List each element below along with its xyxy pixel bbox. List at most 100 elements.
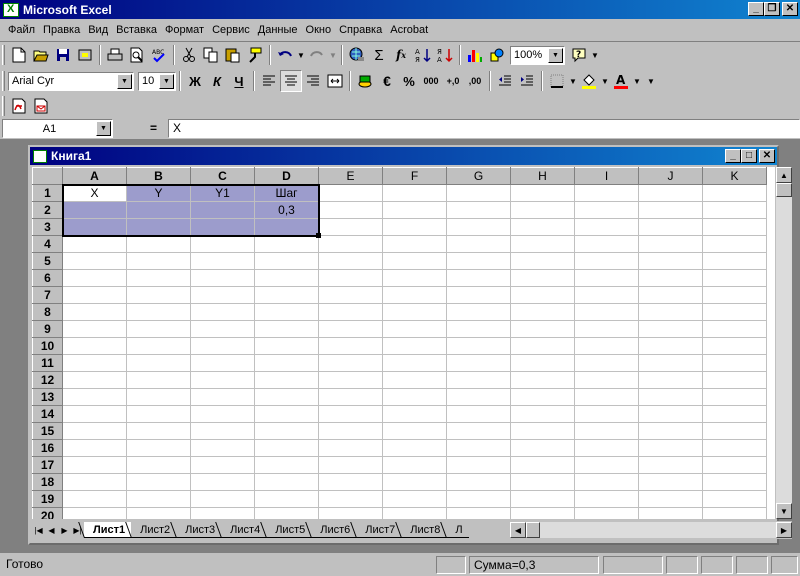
column-header[interactable]: A: [62, 167, 127, 185]
cell-i7[interactable]: [574, 286, 639, 304]
sort-descending-icon[interactable]: ЯA: [434, 44, 456, 66]
sheet-tab[interactable]: Лист7: [356, 522, 402, 538]
cell-a9[interactable]: [62, 320, 127, 338]
cell-h6[interactable]: [510, 269, 575, 287]
cell-g4[interactable]: [446, 235, 511, 253]
cell-j8[interactable]: [638, 303, 703, 321]
cell-h8[interactable]: [510, 303, 575, 321]
chart-wizard-icon[interactable]: [464, 44, 486, 66]
cell-e17[interactable]: [318, 456, 383, 474]
cell-a14[interactable]: [62, 405, 127, 423]
cell-e2[interactable]: [318, 201, 383, 219]
toolbar-grip[interactable]: [2, 71, 5, 91]
cell-a5[interactable]: [62, 252, 127, 270]
vertical-scrollbar[interactable]: ▲ ▼: [776, 167, 792, 519]
cell-j17[interactable]: [638, 456, 703, 474]
cell-g10[interactable]: [446, 337, 511, 355]
fill-color-icon[interactable]: [578, 70, 600, 92]
cell-c2[interactable]: [190, 201, 255, 219]
cell-j16[interactable]: [638, 439, 703, 457]
cell-g5[interactable]: [446, 252, 511, 270]
cell-b14[interactable]: [126, 405, 191, 423]
row-header[interactable]: 5: [32, 252, 63, 270]
column-header[interactable]: C: [190, 167, 255, 185]
cell-h7[interactable]: [510, 286, 575, 304]
font-size-value[interactable]: 10: [139, 75, 159, 87]
cell-k2[interactable]: [702, 201, 767, 219]
font-color-dropdown-icon[interactable]: ▼: [632, 77, 642, 86]
cell-i13[interactable]: [574, 388, 639, 406]
cell-i17[interactable]: [574, 456, 639, 474]
cell-b19[interactable]: [126, 490, 191, 508]
cell-a16[interactable]: [62, 439, 127, 457]
save-icon[interactable]: [52, 44, 74, 66]
row-header[interactable]: 11: [32, 354, 63, 372]
prev-sheet-icon[interactable]: ◀: [45, 523, 58, 537]
cell-i1[interactable]: [574, 184, 639, 202]
cell-g19[interactable]: [446, 490, 511, 508]
cell-e16[interactable]: [318, 439, 383, 457]
cell-d2[interactable]: 0,3: [254, 201, 319, 219]
cell-h14[interactable]: [510, 405, 575, 423]
row-header[interactable]: 4: [32, 235, 63, 253]
cell-g6[interactable]: [446, 269, 511, 287]
sheet-tab[interactable]: Лист4: [221, 522, 267, 538]
copy-icon[interactable]: [200, 44, 222, 66]
row-header[interactable]: 2: [32, 201, 63, 219]
cell-j4[interactable]: [638, 235, 703, 253]
drawing-icon[interactable]: [486, 44, 508, 66]
chevron-down-icon[interactable]: ▼: [159, 73, 174, 89]
print-icon[interactable]: [104, 44, 126, 66]
cell-d14[interactable]: [254, 405, 319, 423]
cell-c10[interactable]: [190, 337, 255, 355]
cell-g9[interactable]: [446, 320, 511, 338]
edit-formula-button[interactable]: =: [150, 121, 157, 135]
scroll-right-icon[interactable]: ▶: [776, 522, 792, 538]
cell-c11[interactable]: [190, 354, 255, 372]
cell-e15[interactable]: [318, 422, 383, 440]
cell-f16[interactable]: [382, 439, 447, 457]
cell-c14[interactable]: [190, 405, 255, 423]
cell-f17[interactable]: [382, 456, 447, 474]
cell-a10[interactable]: [62, 337, 127, 355]
cell-j6[interactable]: [638, 269, 703, 287]
cell-e7[interactable]: [318, 286, 383, 304]
cell-k18[interactable]: [702, 473, 767, 491]
sheet-tab[interactable]: Лист3: [176, 522, 222, 538]
row-header[interactable]: 8: [32, 303, 63, 321]
cell-c4[interactable]: [190, 235, 255, 253]
cell-j14[interactable]: [638, 405, 703, 423]
cell-h12[interactable]: [510, 371, 575, 389]
cell-f11[interactable]: [382, 354, 447, 372]
cell-f13[interactable]: [382, 388, 447, 406]
cell-b20[interactable]: [126, 507, 191, 519]
cell-c19[interactable]: [190, 490, 255, 508]
cell-k13[interactable]: [702, 388, 767, 406]
cell-c16[interactable]: [190, 439, 255, 457]
cell-g15[interactable]: [446, 422, 511, 440]
cell-f3[interactable]: [382, 218, 447, 236]
chevron-down-icon[interactable]: ▼: [548, 47, 563, 63]
help-icon[interactable]: ?: [568, 44, 590, 66]
cell-j13[interactable]: [638, 388, 703, 406]
cell-h16[interactable]: [510, 439, 575, 457]
cell-k7[interactable]: [702, 286, 767, 304]
row-header[interactable]: 7: [32, 286, 63, 304]
row-header[interactable]: 15: [32, 422, 63, 440]
cell-e14[interactable]: [318, 405, 383, 423]
cell-g8[interactable]: [446, 303, 511, 321]
cell-f10[interactable]: [382, 337, 447, 355]
font-name-select[interactable]: Arial Cyr ▼: [8, 71, 134, 91]
cell-c8[interactable]: [190, 303, 255, 321]
cell-f4[interactable]: [382, 235, 447, 253]
cell-f7[interactable]: [382, 286, 447, 304]
cell-j10[interactable]: [638, 337, 703, 355]
cell-a6[interactable]: [62, 269, 127, 287]
cell-j12[interactable]: [638, 371, 703, 389]
spelling-icon[interactable]: ABC: [148, 44, 170, 66]
row-header[interactable]: 6: [32, 269, 63, 287]
cell-d20[interactable]: [254, 507, 319, 519]
cell-k6[interactable]: [702, 269, 767, 287]
row-header[interactable]: 17: [32, 456, 63, 474]
cell-c12[interactable]: [190, 371, 255, 389]
